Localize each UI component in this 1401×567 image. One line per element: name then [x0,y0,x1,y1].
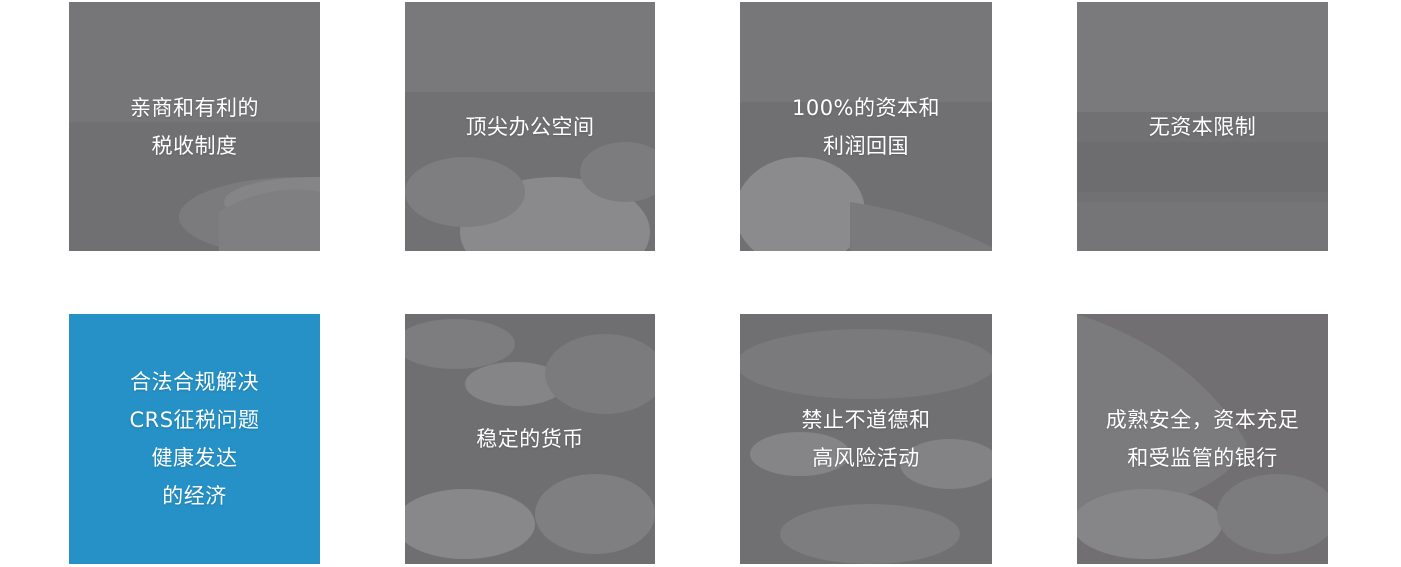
feature-tile-banks[interactable]: 成熟安全，资本充足 和受监管的银行 [1077,314,1328,564]
feature-tile-crs[interactable]: 合法合规解决 CRS征税问题 健康发达 的经济 [69,314,320,564]
tile-label: 合法合规解决 CRS征税问题 健康发达 的经济 [129,370,260,508]
tile-label: 稳定的货币 [476,427,584,451]
tile-label: 成熟安全，资本充足 和受监管的银行 [1105,408,1300,470]
feature-tile-currency[interactable]: 稳定的货币 [405,314,655,564]
tile-label: 禁止不道德和 高风险活动 [801,408,931,470]
tile-label: 顶尖办公空间 [465,114,595,139]
feature-tile-office[interactable]: 顶尖办公空间 [405,2,655,251]
feature-tile-no-capital-limit[interactable]: 无资本限制 [1077,2,1328,251]
feature-tile-tax[interactable]: 亲商和有利的 税收制度 [69,2,320,251]
feature-grid: 亲商和有利的 税收制度 顶尖办公空间 100%的资本和 利润回国 无资本限制 合… [0,0,1401,567]
tile-label: 100%的资本和 利润回国 [791,95,941,158]
feature-tile-risk[interactable]: 禁止不道德和 高风险活动 [740,314,992,564]
tile-label: 无资本限制 [1148,114,1257,139]
tile-label: 亲商和有利的 税收制度 [130,95,259,158]
feature-tile-repatriation[interactable]: 100%的资本和 利润回国 [740,2,992,251]
